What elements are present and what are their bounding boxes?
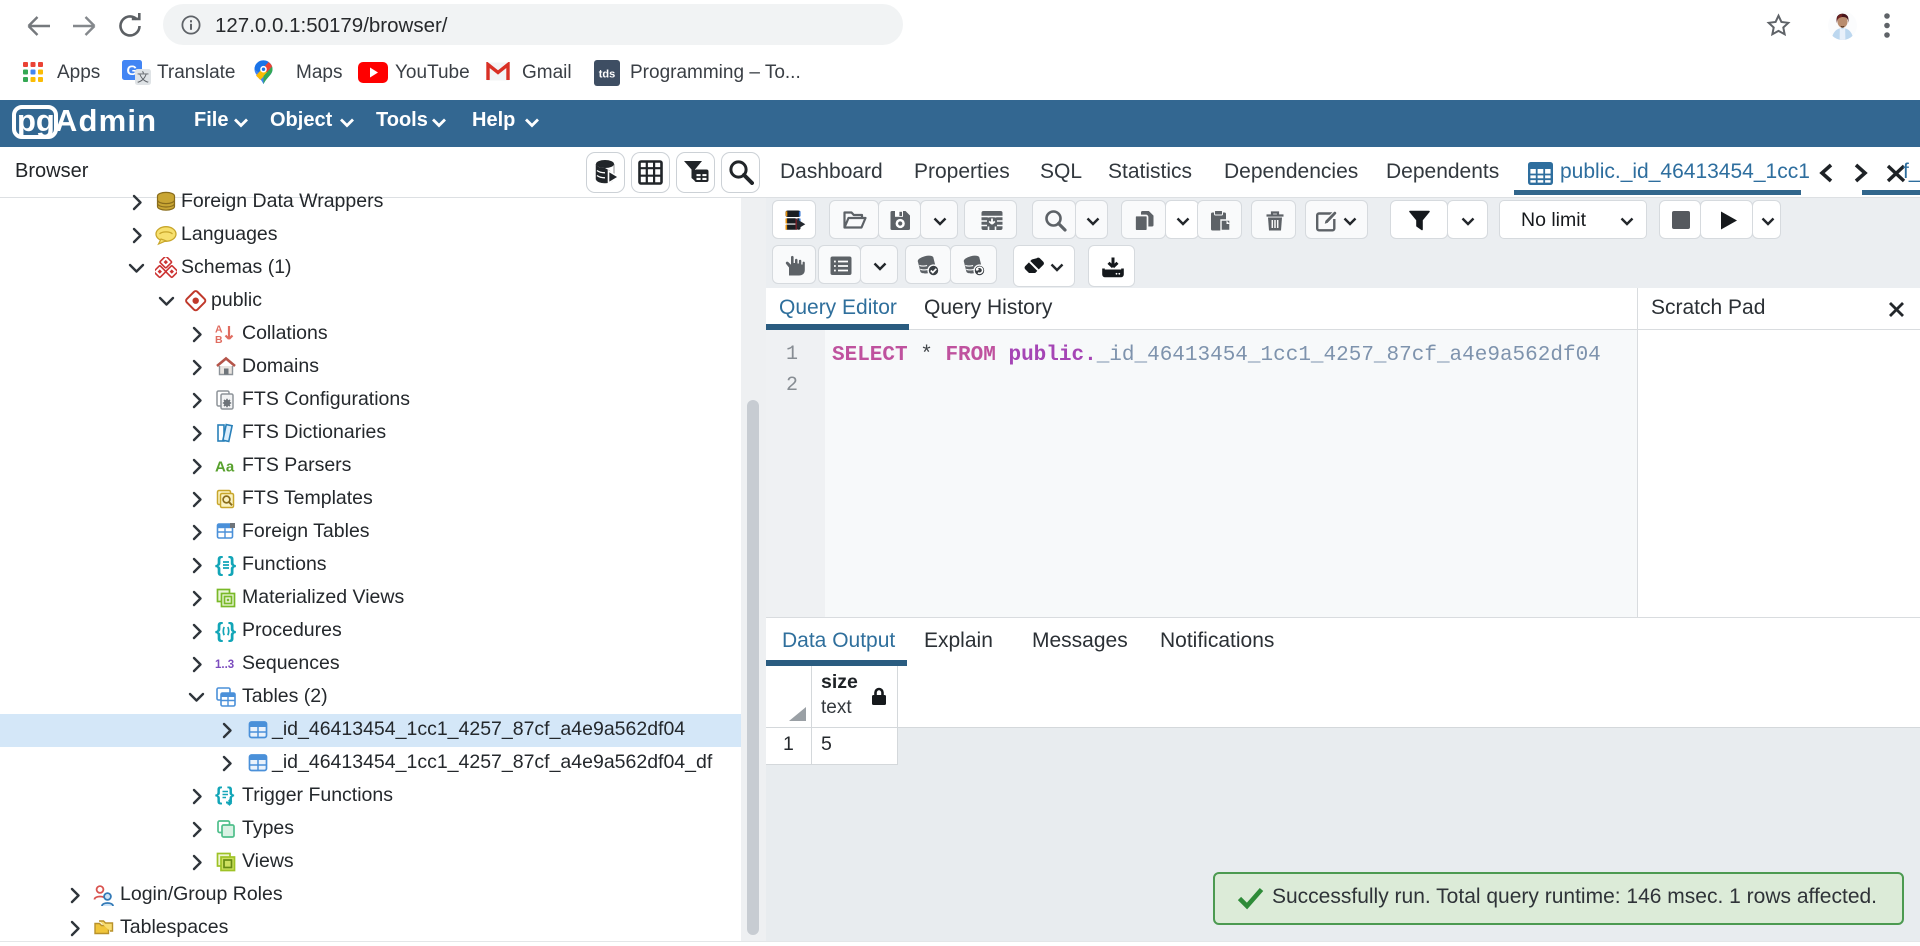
svg-text:文: 文 <box>137 70 149 85</box>
svg-text:tds: tds <box>599 69 616 81</box>
